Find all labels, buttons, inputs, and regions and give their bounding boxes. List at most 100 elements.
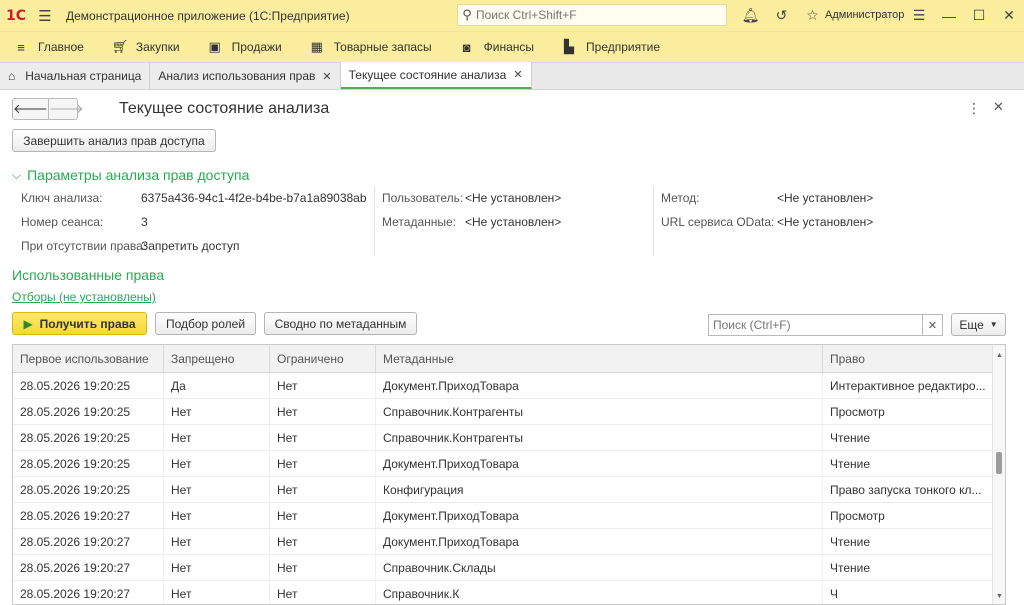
forward-arrow-icon[interactable]: 🡒 bbox=[47, 99, 84, 119]
bag-icon: ▣ bbox=[208, 39, 221, 54]
table-cell: Справочник.Контрагенты bbox=[376, 425, 823, 450]
table-row[interactable]: 28.05.2026 19:20:27 Нет Нет Справочник.К Ч bbox=[13, 581, 1005, 604]
table-cell: Справочник.Склады bbox=[376, 555, 823, 580]
table-cell: Нет bbox=[164, 581, 270, 604]
table-cell: Документ.ПриходТовара bbox=[376, 373, 823, 398]
back-arrow-icon[interactable]: 🡐 bbox=[13, 99, 48, 119]
get-rights-button[interactable]: ▶ Получить права bbox=[12, 312, 147, 335]
absence-value: Запретить доступ bbox=[141, 239, 240, 253]
clear-search-icon[interactable]: ✕ bbox=[923, 314, 943, 336]
bell-icon[interactable]: 🔔︎ bbox=[735, 0, 766, 31]
table-cell: Нет bbox=[270, 477, 376, 502]
form-area: 🡐 🡒 Текущее состояние анализа ⋮ ✕ Заверш… bbox=[0, 90, 1024, 605]
user-value: <Не установлен> bbox=[465, 191, 562, 205]
settings-menu-icon[interactable]: ☰ bbox=[904, 0, 934, 31]
scroll-down-icon[interactable]: ▼ bbox=[996, 593, 1003, 600]
wallet-icon: ◙ bbox=[462, 39, 471, 55]
used-rights-title: Использованные права bbox=[12, 267, 165, 283]
column-header[interactable]: Право bbox=[823, 345, 993, 372]
key-value: 6375a436-94c1-4f2e-b4be-b7a1a89038ab bbox=[141, 191, 367, 205]
cart-icon: 🛒︎ bbox=[111, 39, 129, 54]
metadata-value: <Не установлен> bbox=[465, 215, 562, 229]
open-tabs: ⌂ Начальная страница Анализ использования… bbox=[0, 62, 1024, 90]
table-cell: Нет bbox=[164, 399, 270, 424]
section-stock[interactable]: ▦ Товарные запасы bbox=[296, 32, 446, 63]
session-label: Номер сеанса: bbox=[21, 215, 104, 229]
table-cell: Право запуска тонкого кл... bbox=[823, 477, 993, 502]
odata-value: <Не установлен> bbox=[777, 215, 874, 229]
table-cell: 28.05.2026 19:20:25 bbox=[13, 425, 164, 450]
filters-link[interactable]: Отборы (не установлены) bbox=[12, 290, 156, 304]
params-group-header[interactable]: ⌵ Параметры анализа прав доступа bbox=[12, 167, 249, 183]
column-divider bbox=[374, 186, 375, 256]
table-cell: Просмотр bbox=[823, 399, 993, 424]
table-row[interactable]: 28.05.2026 19:20:27 Нет Нет Документ.Приход… bbox=[13, 503, 1005, 529]
table-row[interactable]: 28.05.2026 19:20:27 Нет Нет Документ.Приход… bbox=[13, 529, 1005, 555]
section-sales[interactable]: ▣ Продажи bbox=[194, 32, 296, 63]
table-cell: Интерактивное редактиро... bbox=[823, 373, 993, 398]
table-row[interactable]: 28.05.2026 19:20:27 Нет Нет Справочник.Скла… bbox=[13, 555, 1005, 581]
global-search[interactable]: ⚲ bbox=[457, 4, 727, 26]
section-finance[interactable]: ◙ Финансы bbox=[446, 32, 548, 63]
finish-analysis-button[interactable]: Завершить анализ прав доступа bbox=[12, 129, 216, 152]
app-logo-icon: 1С bbox=[5, 7, 26, 24]
table-row[interactable]: 28.05.2026 19:20:25 Да Нет Документ.ПриходТ… bbox=[13, 373, 1005, 399]
global-search-input[interactable] bbox=[476, 8, 716, 22]
table-cell: Нет bbox=[270, 373, 376, 398]
tab-current-state[interactable]: Текущее состояние анализа ✕ bbox=[340, 62, 532, 89]
search-icon: ⚲ bbox=[462, 7, 472, 22]
table-cell: Нет bbox=[270, 451, 376, 476]
chevron-down-icon: ⌵ bbox=[12, 167, 22, 182]
table-cell: Просмотр bbox=[823, 503, 993, 528]
more-actions-button[interactable]: Еще ▼ bbox=[951, 313, 1006, 336]
table-row[interactable]: 28.05.2026 19:20:25 Нет Нет Документ.Приход… bbox=[13, 451, 1005, 477]
summary-by-metadata-button[interactable]: Сводно по метаданным bbox=[264, 312, 417, 335]
title-bar: 1С ☰ Демонстрационное приложение (1С:Пре… bbox=[0, 0, 1024, 31]
main-menu-icon[interactable]: ☰ bbox=[32, 0, 58, 31]
column-header[interactable]: Запрещено bbox=[164, 345, 270, 372]
section-enterprise[interactable]: ▙ Предприятие bbox=[548, 32, 674, 63]
user-label: Пользователь: bbox=[382, 191, 464, 205]
vertical-scrollbar[interactable]: ▲ ▼ bbox=[992, 345, 1005, 604]
close-tab-icon[interactable]: ✕ bbox=[322, 70, 331, 83]
current-user[interactable]: Администратор bbox=[825, 9, 904, 21]
maximize-icon[interactable]: ☐ bbox=[964, 0, 994, 31]
table-cell: 28.05.2026 19:20:25 bbox=[13, 373, 164, 398]
table-cell: Нет bbox=[270, 399, 376, 424]
table-cell: Нет bbox=[164, 503, 270, 528]
table-cell: Конфигурация bbox=[376, 477, 823, 502]
select-roles-button[interactable]: Подбор ролей bbox=[155, 312, 256, 335]
table-cell: Нет bbox=[164, 529, 270, 554]
column-header[interactable]: Метаданные bbox=[376, 345, 823, 372]
rights-table: Первое использование Запрещено Ограничен… bbox=[12, 344, 1006, 605]
chevron-down-icon: ▼ bbox=[989, 320, 998, 329]
column-header[interactable]: Первое использование bbox=[13, 345, 164, 372]
column-header[interactable]: Ограничено bbox=[270, 345, 376, 372]
history-icon[interactable]: ↺ bbox=[766, 0, 797, 31]
close-tab-icon[interactable]: ✕ bbox=[513, 68, 522, 81]
table-cell: Нет bbox=[270, 425, 376, 450]
star-icon[interactable]: ☆ bbox=[797, 0, 828, 31]
section-purchases[interactable]: 🛒︎ Закупки bbox=[98, 32, 194, 63]
close-window-icon[interactable]: ✕ bbox=[994, 0, 1024, 31]
tab-home[interactable]: ⌂ Начальная страница bbox=[0, 63, 151, 89]
scroll-thumb[interactable] bbox=[996, 452, 1002, 474]
key-label: Ключ анализа: bbox=[21, 191, 103, 205]
minimize-icon[interactable]: — bbox=[934, 0, 964, 31]
section-main[interactable]: ≡ Главное bbox=[0, 32, 98, 63]
table-row[interactable]: 28.05.2026 19:20:25 Нет Нет Справочник.Конт… bbox=[13, 399, 1005, 425]
close-form-icon[interactable]: ✕ bbox=[993, 99, 1004, 115]
table-cell: Чтение bbox=[823, 529, 993, 554]
table-row[interactable]: 28.05.2026 19:20:25 Нет Нет Справочник.Конт… bbox=[13, 425, 1005, 451]
table-body: 28.05.2026 19:20:25 Да Нет Документ.ПриходТ… bbox=[13, 373, 1005, 604]
table-search-input[interactable] bbox=[708, 314, 923, 336]
table-cell: Документ.ПриходТовара bbox=[376, 529, 823, 554]
more-vertical-icon[interactable]: ⋮ bbox=[967, 100, 981, 117]
table-cell: Справочник.К bbox=[376, 581, 823, 604]
tab-rights-analysis[interactable]: Анализ использования прав ✕ bbox=[150, 63, 341, 89]
table-cell: 28.05.2026 19:20:27 bbox=[13, 529, 164, 554]
table-cell: Документ.ПриходТовара bbox=[376, 503, 823, 528]
table-row[interactable]: 28.05.2026 19:20:25 Нет Нет Конфигурация Пра… bbox=[13, 477, 1005, 503]
table-cell: Документ.ПриходТовара bbox=[376, 451, 823, 476]
scroll-up-icon[interactable]: ▲ bbox=[996, 352, 1003, 359]
